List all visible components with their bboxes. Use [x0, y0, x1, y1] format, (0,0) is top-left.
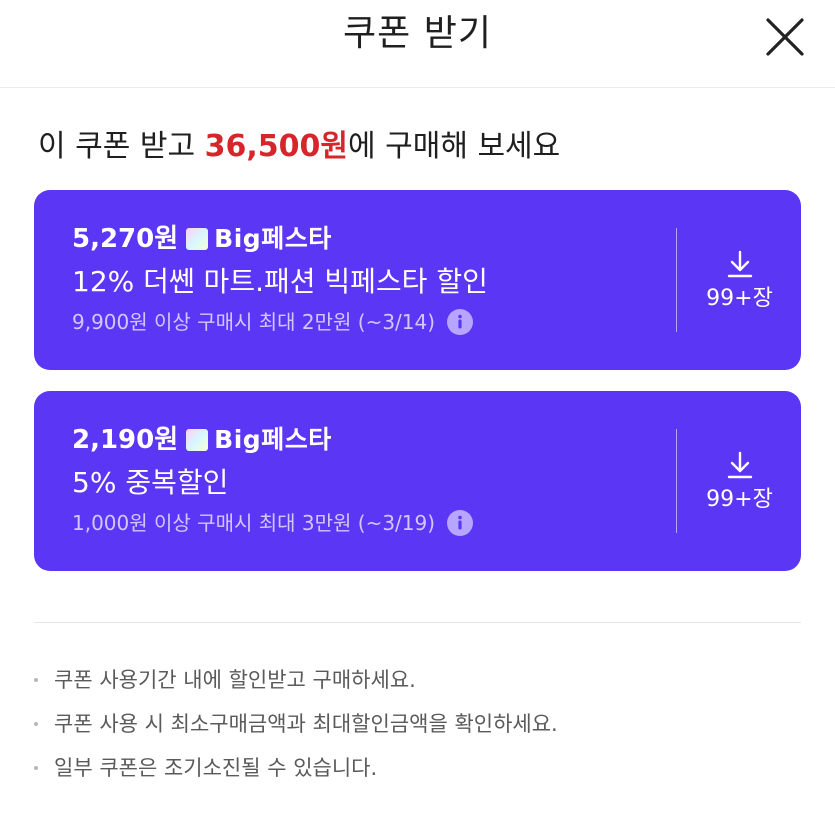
coupon-badge: Big페스타	[214, 425, 332, 454]
notice-item: 일부 쿠폰은 조기소진될 수 있습니다.	[34, 746, 801, 790]
coupon-amount: 2,190원	[72, 425, 179, 455]
notice-list: 쿠폰 사용기간 내에 할인받고 구매하세요. 쿠폰 사용 시 최소구매금액과 최…	[34, 658, 801, 790]
coupon-count: 99+장	[706, 286, 773, 311]
info-icon[interactable]	[447, 510, 474, 536]
info-icon[interactable]	[447, 309, 474, 335]
coupon-condition: 1,000원 이상 구매시 최대 3만원 (~3/19)	[72, 511, 436, 535]
modal-title: 쿠폰 받기	[343, 13, 492, 54]
festa-logo-icon	[186, 429, 209, 451]
coupon-divider	[676, 228, 677, 332]
notice-item: 쿠폰 사용기간 내에 할인받고 구매하세요.	[34, 658, 801, 702]
festa-logo-icon	[186, 228, 209, 250]
coupon-header: 2,190원 Big페스타	[72, 423, 332, 457]
close-button[interactable]	[765, 17, 805, 57]
coupon-condition: 9,900원 이상 구매시 최대 2만원 (~3/14)	[72, 310, 436, 334]
coupon-card: 5,270원 Big페스타 12% 더쎈 마트.패션 빅페스타 할인 9,900…	[34, 190, 801, 370]
download-coupon-button[interactable]: 99+장	[678, 190, 801, 370]
headline-prefix: 이 쿠폰 받고	[38, 129, 205, 164]
coupon-amount: 5,270원	[72, 224, 179, 254]
download-icon	[727, 250, 752, 278]
modal-header: 쿠폰 받기	[0, 0, 835, 88]
headline-price: 36,500원	[204, 129, 348, 164]
headline: 이 쿠폰 받고 36,500원에 구매해 보세요	[38, 126, 560, 168]
coupon-title: 5% 중복할인	[72, 466, 229, 499]
section-divider	[34, 622, 801, 623]
coupon-condition-row: 9,900원 이상 구매시 최대 2만원 (~3/14)	[72, 308, 474, 336]
close-icon	[766, 18, 804, 56]
headline-suffix: 에 구매해 보세요	[347, 129, 561, 164]
download-icon	[727, 451, 752, 479]
coupon-count: 99+장	[706, 487, 773, 512]
download-coupon-button[interactable]: 99+장	[678, 391, 801, 571]
coupon-title: 12% 더쎈 마트.패션 빅페스타 할인	[72, 265, 488, 298]
notice-item: 쿠폰 사용 시 최소구매금액과 최대할인금액을 확인하세요.	[34, 702, 801, 746]
coupon-card: 2,190원 Big페스타 5% 중복할인 1,000원 이상 구매시 최대 3…	[34, 391, 801, 571]
coupon-condition-row: 1,000원 이상 구매시 최대 3만원 (~3/19)	[72, 509, 474, 537]
coupon-header: 5,270원 Big페스타	[72, 222, 332, 256]
coupon-badge: Big페스타	[214, 224, 332, 253]
coupon-divider	[676, 429, 677, 533]
